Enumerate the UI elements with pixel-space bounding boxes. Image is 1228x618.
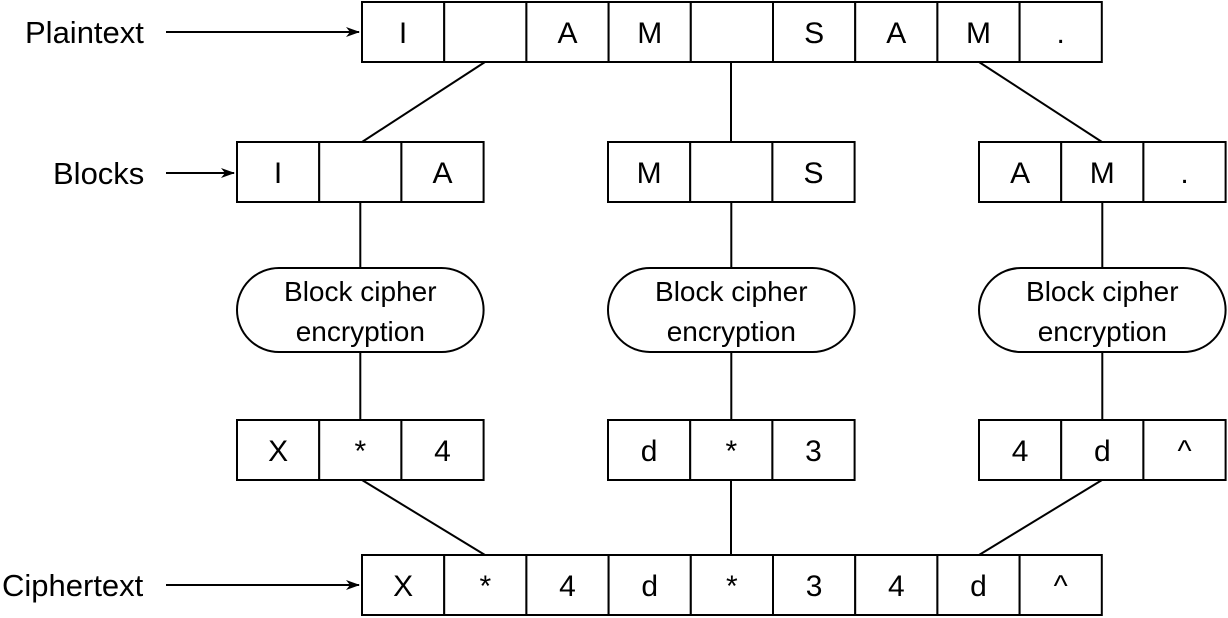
plaintext-block-char: M — [966, 17, 991, 50]
step-label: encryption — [667, 316, 796, 347]
block-cipher-encryption-step: Block cipher encryption — [978, 267, 1227, 353]
cipher-chunk: d * 3 — [607, 419, 856, 481]
plaintext-chunk: A M. — [978, 141, 1227, 203]
plaintext-chunk-cell — [689, 141, 774, 203]
ciphertext-block-char: d — [641, 570, 658, 603]
ciphertext-block: X * 4 d * 3 4 d ^ — [361, 554, 1103, 616]
plaintext-block-char: S — [804, 17, 824, 50]
plaintext-chunk-char: I — [274, 157, 282, 190]
ciphertext-block-char: 4 — [559, 570, 576, 603]
step-label: Block cipher — [655, 276, 808, 307]
ciphertext-block-char: * — [479, 570, 491, 603]
plaintext-chunk-char: M — [637, 157, 662, 190]
step-label: encryption — [1038, 316, 1167, 347]
cipher-chunk-char: d — [1094, 435, 1111, 468]
connector — [361, 479, 486, 556]
plaintext-chunk-char: A — [432, 157, 452, 190]
connector — [978, 61, 1103, 143]
cipher-chunk-char: * — [354, 435, 366, 468]
cipher-chunk-char: 4 — [1012, 435, 1029, 468]
plaintext-label: Plaintext — [25, 15, 144, 50]
plaintext-chunk-char: . — [1180, 157, 1188, 190]
plaintext-chunk-char: M — [1090, 157, 1115, 190]
cipher-chunk: 4 d ^ — [978, 419, 1227, 481]
plaintext-block-char: A — [886, 17, 906, 50]
plaintext-block: I A M S A M. — [361, 1, 1103, 63]
ciphertext-block-char: 4 — [888, 570, 905, 603]
cipher-chunk-char: X — [268, 435, 288, 468]
plaintext-chunk-char: S — [803, 157, 823, 190]
plaintext-chunk: MS — [607, 141, 856, 203]
step-label: Block cipher — [284, 276, 437, 307]
block-cipher-encryption-step: Block cipher encryption — [236, 267, 485, 353]
plaintext-chunk: IA — [236, 141, 485, 203]
plaintext-chunk-cell — [318, 141, 403, 203]
connector — [361, 61, 486, 143]
block-cipher-diagram: Plaintext Blocks Ciphertext I A M S A M .X * 4 d *… — [2, 1, 1227, 616]
plaintext-block-char: . — [1057, 17, 1065, 50]
block-cipher-encryption-step: Block cipher encryption — [607, 267, 856, 353]
ciphertext-block-char: ^ — [1054, 570, 1068, 603]
cipher-chunk-char: * — [725, 435, 737, 468]
connector — [978, 479, 1103, 556]
plaintext-block-char: A — [557, 17, 577, 50]
plaintext-chunk-char: A — [1010, 157, 1030, 190]
cipher-chunk-char: ^ — [1177, 435, 1191, 468]
cipher-chunk: X * 4 — [236, 419, 485, 481]
cipher-chunk-char: 3 — [805, 435, 822, 468]
ciphertext-block-char: * — [726, 570, 738, 603]
blocks-label: Blocks — [53, 156, 144, 191]
ciphertext-label: Ciphertext — [2, 568, 144, 603]
ciphertext-block-char: 3 — [806, 570, 823, 603]
plaintext-block-cell — [443, 1, 528, 63]
ciphertext-block-char: X — [393, 570, 413, 603]
step-label: encryption — [296, 316, 425, 347]
plaintext-block-char: I — [399, 17, 407, 50]
ciphertext-block-char: d — [970, 570, 987, 603]
plaintext-block-cell — [689, 1, 774, 63]
cipher-chunk-char: d — [641, 435, 658, 468]
step-label: Block cipher — [1026, 276, 1179, 307]
cipher-chunk-char: 4 — [434, 435, 451, 468]
plaintext-block-char: M — [637, 17, 662, 50]
